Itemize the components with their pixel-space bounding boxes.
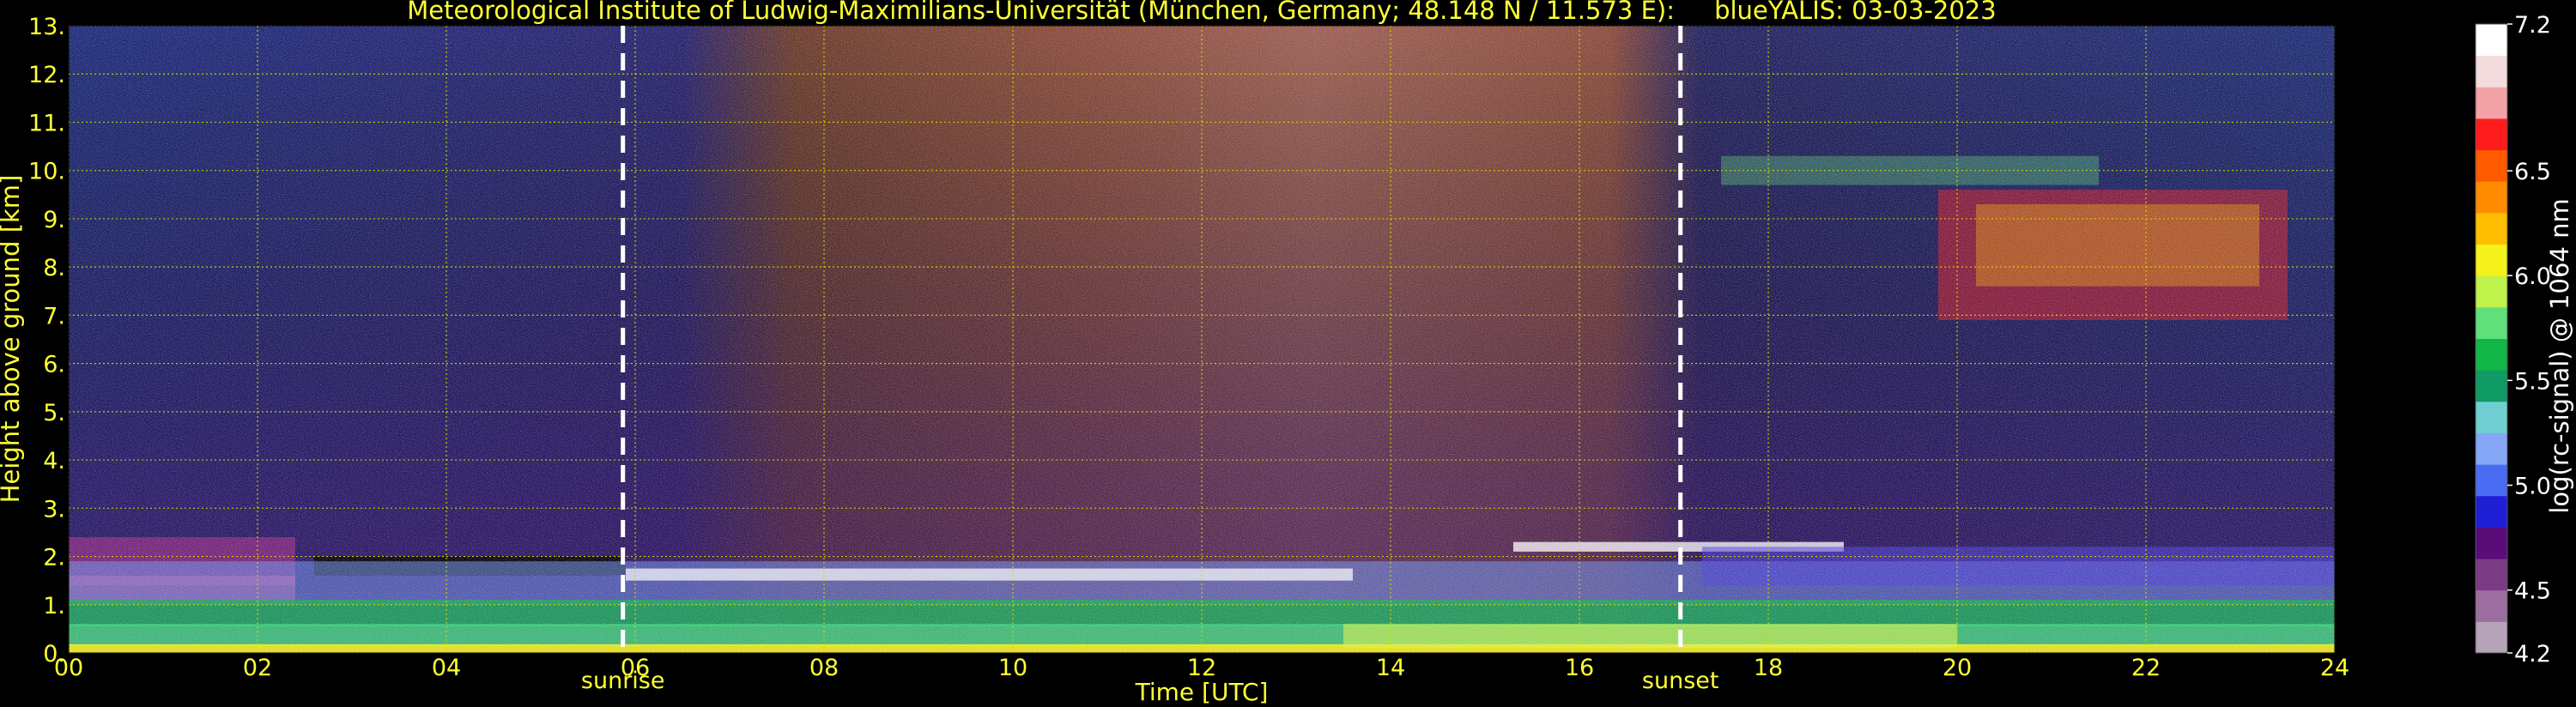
colorbar-label: log(rc-signal) @ 1064 nm [2545,198,2574,513]
colorbar [2475,23,2508,654]
colorbar-tick-label: 6.5 [2514,159,2551,185]
y-tick-label: 0. [43,641,65,668]
y-tick-label: 3. [43,496,65,523]
y-tick-label: 7. [43,303,65,329]
colorbar-segment [2476,432,2507,465]
y-axis-label: Height above ground [km] [0,175,25,504]
x-tick-label: 20 [1943,655,1972,681]
colorbar-segment [2476,149,2507,182]
colorbar-segment [2476,370,2507,402]
colorbar-segment [2476,55,2507,88]
colorbar-tick-label: 7.2 [2514,12,2551,39]
colorbar-segment [2476,401,2507,433]
x-tick-label: 22 [2131,655,2161,681]
colorbar-tick-label: 4.2 [2514,641,2551,668]
colorbar-segment [2476,212,2507,245]
x-tick-label: 04 [432,655,461,681]
y-tick-label: 4. [43,448,65,474]
colorbar-segment [2476,495,2507,528]
colorbar-segment [2476,338,2507,371]
colorbar-segment [2476,527,2507,559]
colorbar-segment [2476,589,2507,622]
x-tick-label: 16 [1565,655,1594,681]
y-tick-label: 2. [43,545,65,571]
colorbar-segment [2476,464,2507,497]
colorbar-segment [2476,306,2507,339]
x-tick-label: 18 [1754,655,1783,681]
colorbar-segment [2476,275,2507,308]
colorbar-tick-label: 4.5 [2514,578,2551,605]
y-tick-label: 1. [43,593,65,619]
x-tick-label: 24 [2320,655,2349,681]
y-tick-label: 11. [28,110,65,136]
x-tick-label: 06 [621,655,650,681]
lidar-chart: sunrise sunset 00 02 04 06 08 10 12 14 16 18 20 22 24… [0,0,2574,706]
y-tick-label: 8. [43,255,65,281]
y-tick-label: 9. [43,207,65,233]
y-tick-label: 12. [28,62,65,88]
x-tick-label: 02 [243,655,272,681]
colorbar-segment [2476,118,2507,151]
x-tick-label: 08 [809,655,839,681]
chart-title: Meteorological Institute of Ludwig-Maxim… [407,0,1996,25]
x-tick-label: 14 [1376,655,1405,681]
y-tick-label: 10. [28,159,65,185]
y-tick-label: 13. [28,14,65,40]
y-tick-label: 6. [43,352,65,378]
colorbar-segment [2476,621,2507,654]
colorbar-segment [2476,244,2507,276]
x-axis-label: Time [UTC] [1135,678,1269,706]
x-tick-label: 10 [998,655,1027,681]
colorbar-segment [2476,87,2507,119]
colorbar-segment [2476,559,2507,591]
colorbar-segment [2476,181,2507,214]
colorbar-segment [2476,24,2507,57]
sunset-label: sunset [1642,668,1719,694]
y-tick-label: 5. [43,400,65,426]
